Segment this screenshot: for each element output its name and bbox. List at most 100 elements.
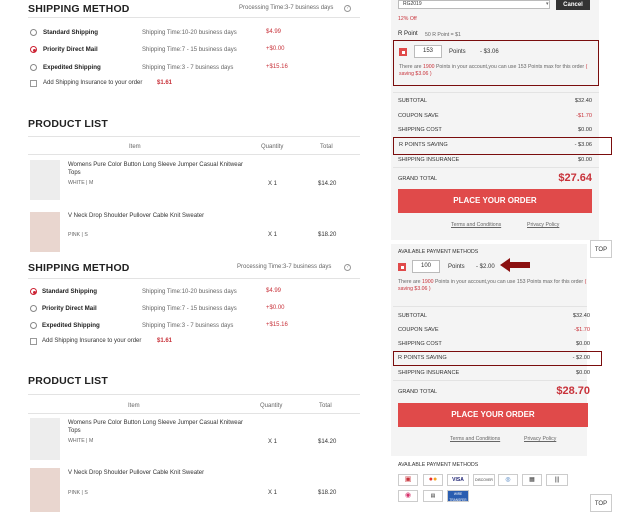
terms-link[interactable]: Terms and Conditions xyxy=(450,436,500,442)
shipping-price: +$0.00 xyxy=(266,305,285,311)
radio-priority[interactable] xyxy=(30,305,37,312)
summary-label: R POINTS SAVING xyxy=(399,142,448,148)
shipping-time: Shipping Time:3 - 7 business days xyxy=(142,323,234,329)
summary-label: SHIPPING INSURANCE xyxy=(398,370,460,376)
summary-label: COUPON SAVE xyxy=(398,327,439,333)
radio-standard[interactable] xyxy=(30,288,37,295)
product-qty: X 1 xyxy=(268,490,278,496)
col-quantity: Quantity xyxy=(260,403,283,409)
product-qty: X 1 xyxy=(268,232,278,238)
col-quantity: Quantity xyxy=(261,144,284,150)
place-order-button[interactable]: PLACE YOUR ORDER xyxy=(398,189,592,213)
points-label: Points xyxy=(448,264,465,270)
points-info-pre: There are xyxy=(399,64,422,70)
product-name[interactable]: V Neck Drop Shoulder Pullover Cable Knit… xyxy=(68,470,248,476)
points-saving: - $3.06 xyxy=(480,49,499,55)
product-total: $14.20 xyxy=(318,181,337,187)
summary-value: $32.40 xyxy=(574,98,592,104)
divider xyxy=(28,154,360,155)
arrow-left-icon xyxy=(500,258,530,272)
summary-label: SHIPPING INSURANCE xyxy=(398,157,460,163)
radio-standard[interactable] xyxy=(30,29,37,36)
radio-expedited[interactable] xyxy=(30,322,37,329)
shipping-option-label: Standard Shipping xyxy=(42,288,97,295)
col-item: Item xyxy=(128,403,140,409)
product-image[interactable] xyxy=(30,160,60,200)
coupon-code-input[interactable]: RG2019 xyxy=(398,0,550,9)
points-info: There are 1900 Points in your account,yo… xyxy=(399,64,594,78)
product-name[interactable]: Womens Pure Color Button Long Sleeve Jum… xyxy=(68,161,248,177)
product-variant: WHITE | M xyxy=(68,180,94,186)
place-order-button[interactable]: PLACE YOUR ORDER xyxy=(398,403,588,427)
privacy-link[interactable]: Privacy Policy xyxy=(524,436,556,442)
product-image[interactable] xyxy=(30,418,60,460)
summary-value: -$1.70 xyxy=(574,327,590,333)
product-variant: PINK | S xyxy=(68,232,88,238)
cancel-button[interactable]: Cancel xyxy=(556,0,590,10)
col-total: Total xyxy=(319,403,332,409)
insurance-label: Add Shipping Insurance to your order xyxy=(42,338,142,344)
product-list-title: PRODUCT LIST xyxy=(28,375,108,387)
product-image[interactable] xyxy=(30,212,60,252)
grand-total-label: GRAND TOTAL xyxy=(398,176,438,182)
bank-icon: ▦ xyxy=(522,474,542,486)
points-input[interactable]: 100 xyxy=(412,260,440,273)
back-to-top-button[interactable]: TOP xyxy=(590,494,612,512)
divider xyxy=(28,136,360,137)
shipping-option-label: Standard Shipping xyxy=(43,29,98,36)
divider xyxy=(393,380,587,381)
summary-value: - $3.06 xyxy=(574,142,592,148)
divider xyxy=(393,92,599,93)
divider xyxy=(393,167,599,168)
product-name[interactable]: V Neck Drop Shoulder Pullover Cable Knit… xyxy=(68,213,248,219)
summary-label: SUBTOTAL xyxy=(398,98,428,104)
help-icon[interactable]: ? xyxy=(344,5,351,12)
product-name[interactable]: Womens Pure Color Button Long Sleeve Jum… xyxy=(68,419,248,435)
processing-time: Processing Time:3-7 business days xyxy=(237,264,332,270)
product-total: $18.20 xyxy=(318,232,337,238)
shipping-time: Shipping Time:3 - 7 business days xyxy=(142,65,234,71)
points-info-points: 1900 xyxy=(421,279,434,285)
summary-label: COUPON SAVE xyxy=(398,113,439,119)
summary-value: $32.40 xyxy=(572,313,590,319)
shipping-method-title: SHIPPING METHOD xyxy=(28,3,130,15)
summary-value: $0.00 xyxy=(576,370,590,376)
radio-expedited[interactable] xyxy=(30,64,37,71)
product-image[interactable] xyxy=(30,468,60,512)
points-label: Points xyxy=(449,49,466,55)
insurance-checkbox[interactable] xyxy=(30,338,37,345)
wire-transfer-icon: WIRE TRANSFER xyxy=(447,490,469,502)
shipping-time: Shipping Time:10-20 business days xyxy=(142,289,237,295)
chevron-down-icon[interactable]: ▾ xyxy=(546,1,549,7)
shipping-price: $4.99 xyxy=(266,29,282,35)
product-variant: PINK | S xyxy=(68,490,88,496)
insurance-label: Add Shipping Insurance to your order xyxy=(43,80,143,86)
points-info-points: 1900 xyxy=(422,64,435,70)
coupon-discount-note: 12% Off xyxy=(398,16,417,22)
points-saving: - $2.00 xyxy=(476,264,495,270)
privacy-link[interactable]: Privacy Policy xyxy=(527,222,559,228)
points-info-mid: Points in your account,you can use 153 P… xyxy=(435,64,585,70)
shipping-price: $4.99 xyxy=(266,288,282,294)
shipping-option-label: Priority Direct Mail xyxy=(43,46,98,53)
shipping-method-title: SHIPPING METHOD xyxy=(28,262,130,274)
check-icon xyxy=(401,50,405,54)
product-total: $14.20 xyxy=(318,439,337,445)
insurance-checkbox[interactable] xyxy=(30,80,37,87)
back-to-top-button[interactable]: TOP xyxy=(590,240,612,258)
maestro-icon: ▤ xyxy=(423,490,443,502)
points-input[interactable]: 153 xyxy=(414,45,442,58)
gift-card-icon: ▣ xyxy=(398,474,418,486)
product-variant: WHITE | M xyxy=(68,438,94,444)
col-item: Item xyxy=(129,144,141,150)
shipping-time: Shipping Time:7 - 15 business days xyxy=(142,47,237,53)
help-icon[interactable]: ? xyxy=(344,264,351,271)
summary-label: SHIPPING COST xyxy=(398,127,442,133)
mastercard-icon: ●● xyxy=(423,474,443,486)
insurance-price: $1.61 xyxy=(157,338,173,344)
summary-label: R POINTS SAVING xyxy=(398,355,447,361)
radio-priority[interactable] xyxy=(30,46,37,53)
summary-label: SUBTOTAL xyxy=(398,313,428,319)
terms-link[interactable]: Terms and Conditions xyxy=(451,222,501,228)
discover-icon: DISCOVER xyxy=(473,474,495,486)
